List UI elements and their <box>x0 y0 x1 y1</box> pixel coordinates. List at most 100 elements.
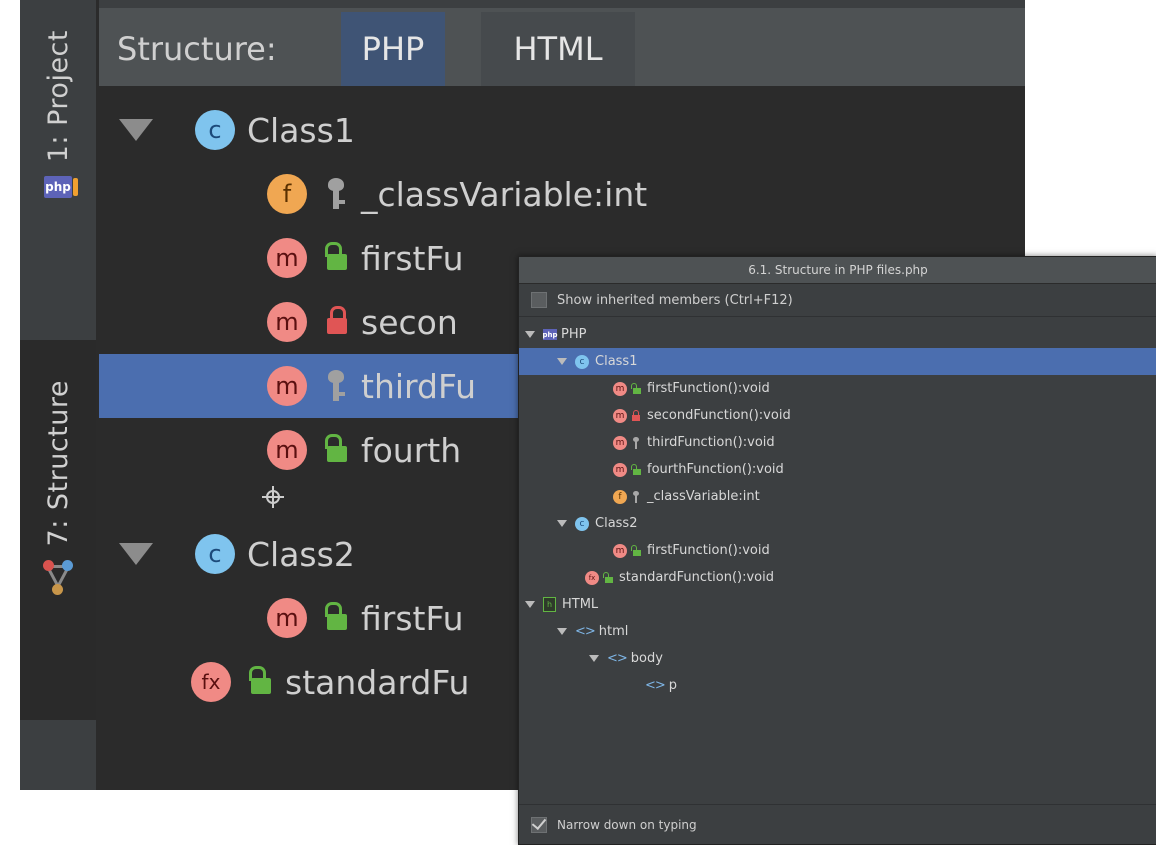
narrow-down-label[interactable]: Narrow down on typing <box>557 818 697 832</box>
narrow-down-checkbox[interactable] <box>531 816 547 833</box>
expand-triangle-icon[interactable] <box>557 520 567 527</box>
popup-title-bar[interactable]: 6.1. Structure in PHP files.php <box>519 257 1156 284</box>
field-icon: f <box>267 174 307 214</box>
expand-triangle-icon[interactable] <box>525 601 535 608</box>
tab-php[interactable]: PHP <box>341 12 445 86</box>
popup-row-third-function[interactable]: m thirdFunction():void <box>519 429 1156 456</box>
method-icon: m <box>613 381 627 396</box>
popup-row-label: html <box>598 624 629 639</box>
popup-row-label: secondFunction():void <box>647 408 791 423</box>
popup-row-body-tag[interactable]: <> body <box>519 645 1156 672</box>
tree-row-class-variable[interactable]: f _classVariable:int <box>99 162 1025 226</box>
tag-icon: <> <box>645 678 666 693</box>
show-inherited-checkbox[interactable] <box>531 292 547 308</box>
class-icon: c <box>575 516 589 531</box>
structure-tool-tab[interactable]: 7: Structure <box>20 340 96 720</box>
public-lock-icon <box>631 382 641 395</box>
key-icon <box>323 370 349 402</box>
tag-icon: <> <box>575 624 596 639</box>
tree-row-class1[interactable]: c Class1 <box>99 98 1025 162</box>
expand-triangle-icon[interactable] <box>119 119 153 141</box>
tool-window-strip: 1: Project php 7: Structure <box>20 0 99 790</box>
method-icon: m <box>613 435 627 450</box>
method-icon: m <box>267 430 307 470</box>
popup-row-html-tag[interactable]: <> html <box>519 618 1156 645</box>
tree-row-label: standardFu <box>285 662 470 702</box>
show-inherited-label[interactable]: Show inherited members (Ctrl+F12) <box>557 293 793 308</box>
popup-row-label: body <box>630 651 663 666</box>
popup-footer: Narrow down on typing <box>519 804 1156 844</box>
structure-tab-label: 7: Structure <box>42 380 74 547</box>
popup-row-html-file[interactable]: h HTML <box>519 591 1156 618</box>
project-tool-tab[interactable]: 1: Project php <box>20 30 96 330</box>
expand-triangle-icon[interactable] <box>525 331 535 338</box>
popup-row-php[interactable]: php PHP <box>519 321 1156 348</box>
key-icon <box>323 178 349 210</box>
popup-row-first-function[interactable]: m firstFunction():void <box>519 375 1156 402</box>
popup-row-label: firstFunction():void <box>647 543 770 558</box>
expand-triangle-icon[interactable] <box>557 358 567 365</box>
popup-row-label: p <box>668 678 678 693</box>
key-icon <box>631 436 641 449</box>
public-lock-icon <box>323 602 349 634</box>
method-icon: m <box>613 408 627 423</box>
structure-panel-title: Structure: <box>117 30 277 68</box>
php-project-icon-text: php <box>45 180 71 195</box>
class-icon: c <box>575 354 589 369</box>
structure-icon <box>43 560 73 600</box>
class-icon: c <box>195 110 235 150</box>
popup-options: Show inherited members (Ctrl+F12) <box>519 284 1156 317</box>
popup-row-label: _classVariable:int <box>647 489 760 504</box>
popup-row-standard-function[interactable]: fx standardFunction():void <box>519 564 1156 591</box>
php-file-icon: php <box>542 329 558 340</box>
private-lock-icon <box>323 306 349 338</box>
popup-row-class2-first-function[interactable]: m firstFunction():void <box>519 537 1156 564</box>
tree-row-label: secon <box>361 302 458 342</box>
public-lock-icon <box>323 242 349 274</box>
public-lock-icon <box>603 571 613 584</box>
tree-row-label: fourth <box>361 430 462 470</box>
popup-row-label: PHP <box>561 327 587 342</box>
expand-triangle-icon[interactable] <box>589 655 599 662</box>
tree-row-label: _classVariable:int <box>361 174 648 214</box>
structure-panel-header: Structure: PHP HTML <box>99 8 1025 87</box>
popup-row-label: thirdFunction():void <box>647 435 775 450</box>
tree-row-label: Class1 <box>247 110 355 150</box>
popup-row-p-tag[interactable]: <> p <box>519 672 1156 699</box>
popup-row-label: HTML <box>562 597 599 612</box>
tab-html[interactable]: HTML <box>481 12 635 86</box>
move-cursor-icon <box>262 486 284 508</box>
class-icon: c <box>195 534 235 574</box>
popup-row-label: Class1 <box>595 354 638 369</box>
popup-row-label: firstFunction():void <box>647 381 770 396</box>
method-icon: m <box>613 543 627 558</box>
field-icon: f <box>613 489 627 504</box>
popup-row-label: Class2 <box>595 516 638 531</box>
php-project-icon: php <box>44 176 78 199</box>
expand-triangle-icon[interactable] <box>557 628 567 635</box>
method-icon: m <box>267 302 307 342</box>
expand-triangle-icon[interactable] <box>119 543 153 565</box>
popup-title: 6.1. Structure in PHP files.php <box>748 263 928 277</box>
popup-row-fourth-function[interactable]: m fourthFunction():void <box>519 456 1156 483</box>
method-icon: m <box>613 462 627 477</box>
popup-row-label: fourthFunction():void <box>647 462 784 477</box>
popup-row-class2[interactable]: c Class2 <box>519 510 1156 537</box>
method-icon: m <box>267 598 307 638</box>
tree-row-label: firstFu <box>361 238 464 278</box>
tag-icon: <> <box>607 651 628 666</box>
method-icon: m <box>267 366 307 406</box>
function-icon: fx <box>585 570 599 585</box>
file-structure-popup: 6.1. Structure in PHP files.php Show inh… <box>518 256 1156 845</box>
public-lock-icon <box>631 463 641 476</box>
public-lock-icon <box>323 434 349 466</box>
function-icon: fx <box>191 662 231 702</box>
popup-row-class1[interactable]: c Class1 <box>519 348 1156 375</box>
project-tab-label: 1: Project <box>42 30 74 163</box>
popup-row-class-variable[interactable]: f _classVariable:int <box>519 483 1156 510</box>
popup-row-second-function[interactable]: m secondFunction():void <box>519 402 1156 429</box>
public-lock-icon <box>247 666 273 698</box>
html-file-icon: h <box>543 597 556 612</box>
key-icon <box>631 490 641 503</box>
tree-row-label: firstFu <box>361 598 464 638</box>
